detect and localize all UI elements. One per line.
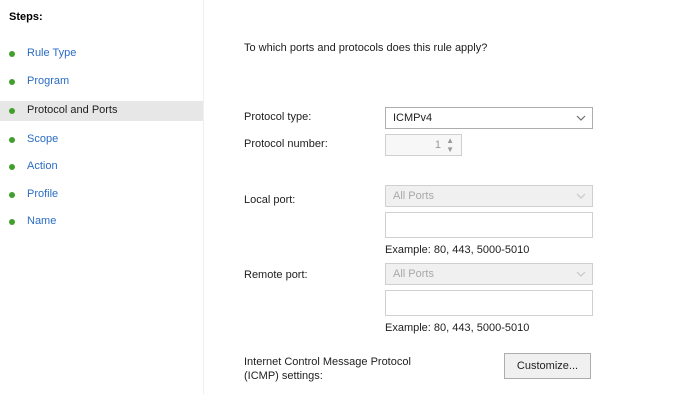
step-action[interactable]: Action [0, 157, 203, 177]
step-scope[interactable]: Scope [0, 130, 203, 150]
customize-button[interactable]: Customize... [504, 353, 591, 379]
local-port-value: All Ports [393, 190, 434, 202]
local-port-example: Example: 80, 443, 5000-5010 [385, 244, 530, 256]
main-panel: To which ports and protocols does this r… [204, 0, 673, 394]
protocol-type-dropdown[interactable]: ICMPv4 [385, 107, 593, 129]
step-label: Action [27, 160, 58, 172]
chevron-down-icon [576, 271, 586, 277]
steps-sidebar: Steps: Rule Type Program Protocol and Po… [0, 0, 203, 394]
steps-title: Steps: [9, 11, 43, 23]
remote-port-value: All Ports [393, 268, 434, 280]
step-bullet-icon [9, 219, 15, 225]
remote-port-label: Remote port: [244, 269, 308, 281]
step-bullet-icon [9, 79, 15, 85]
chevron-down-icon [576, 115, 586, 121]
local-port-dropdown[interactable]: All Ports [385, 185, 593, 207]
step-label: Name [27, 215, 57, 227]
protocol-type-value: ICMPv4 [393, 112, 433, 124]
step-bullet-icon [9, 137, 15, 143]
local-port-label: Local port: [244, 194, 296, 206]
remote-port-example: Example: 80, 443, 5000-5010 [385, 322, 530, 334]
icmp-settings-label-line2: (ICMP) settings: [244, 370, 323, 382]
step-bullet-icon [9, 192, 15, 198]
icmp-settings-label-line1: Internet Control Message Protocol [244, 356, 411, 368]
spin-arrows-icon[interactable]: ▲ ▼ [446, 136, 454, 154]
step-rule-type[interactable]: Rule Type [0, 44, 203, 64]
step-label: Protocol and Ports [27, 104, 118, 116]
step-bullet-icon [9, 164, 15, 170]
chevron-down-icon [576, 193, 586, 199]
step-label: Profile [27, 188, 59, 200]
step-name[interactable]: Name [0, 212, 203, 232]
protocol-number-value: 1 [434, 139, 441, 151]
protocol-number-label: Protocol number: [244, 138, 328, 150]
step-label: Scope [27, 133, 59, 145]
page-question: To which ports and protocols does this r… [244, 42, 488, 54]
step-label: Rule Type [27, 47, 77, 59]
step-label: Program [27, 75, 70, 87]
step-program[interactable]: Program [0, 72, 203, 92]
remote-port-text-field[interactable] [385, 290, 593, 316]
local-port-text-field[interactable] [385, 212, 593, 238]
step-bullet-icon [9, 51, 15, 57]
step-profile[interactable]: Profile [0, 185, 203, 205]
protocol-number-stepper[interactable]: 1 ▲ ▼ [385, 134, 462, 156]
remote-port-dropdown[interactable]: All Ports [385, 263, 593, 285]
protocol-type-label: Protocol type: [244, 111, 312, 123]
step-bullet-icon [9, 108, 15, 114]
step-protocol-and-ports[interactable]: Protocol and Ports [0, 101, 203, 121]
